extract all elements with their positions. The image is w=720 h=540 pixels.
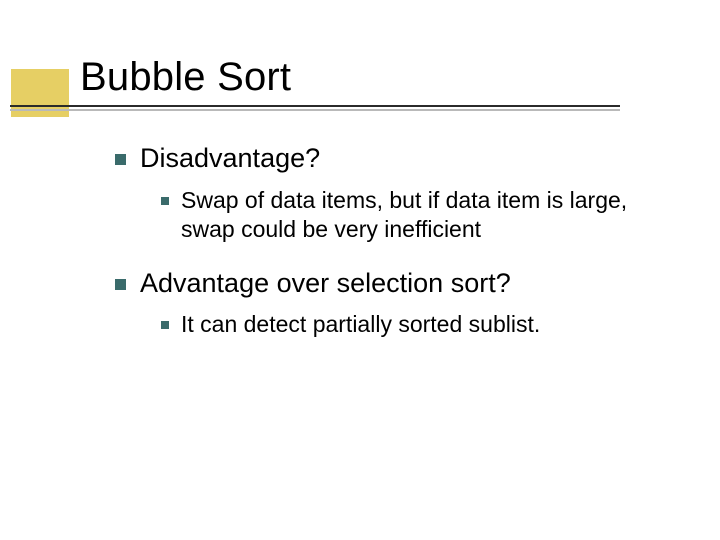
- title-area: Bubble Sort: [80, 55, 680, 111]
- square-bullet-icon: [115, 154, 126, 165]
- square-bullet-icon: [115, 279, 126, 290]
- slide-title: Bubble Sort: [80, 55, 680, 99]
- square-bullet-icon: [161, 321, 169, 329]
- list-item: Disadvantage? Swap of data items, but if…: [115, 142, 680, 245]
- sub-list: It can detect partially sorted sublist.: [161, 310, 680, 339]
- square-bullet-icon: [161, 197, 169, 205]
- sub-list-item-label: It can detect partially sorted sublist.: [181, 310, 540, 339]
- sub-list-item-label: Swap of data items, but if data item is …: [181, 186, 671, 245]
- title-rule-dark: [10, 105, 620, 107]
- slide-body: Disadvantage? Swap of data items, but if…: [115, 142, 680, 362]
- list-item: Advantage over selection sort? It can de…: [115, 267, 680, 340]
- sub-list-item: It can detect partially sorted sublist.: [161, 310, 680, 339]
- sub-list: Swap of data items, but if data item is …: [161, 186, 680, 245]
- list-item-label: Disadvantage?: [140, 142, 320, 176]
- title-rule-light: [10, 109, 620, 111]
- slide: Bubble Sort Disadvantage? Swap of data i…: [0, 0, 720, 540]
- list-item-label: Advantage over selection sort?: [140, 267, 511, 301]
- sub-list-item: Swap of data items, but if data item is …: [161, 186, 680, 245]
